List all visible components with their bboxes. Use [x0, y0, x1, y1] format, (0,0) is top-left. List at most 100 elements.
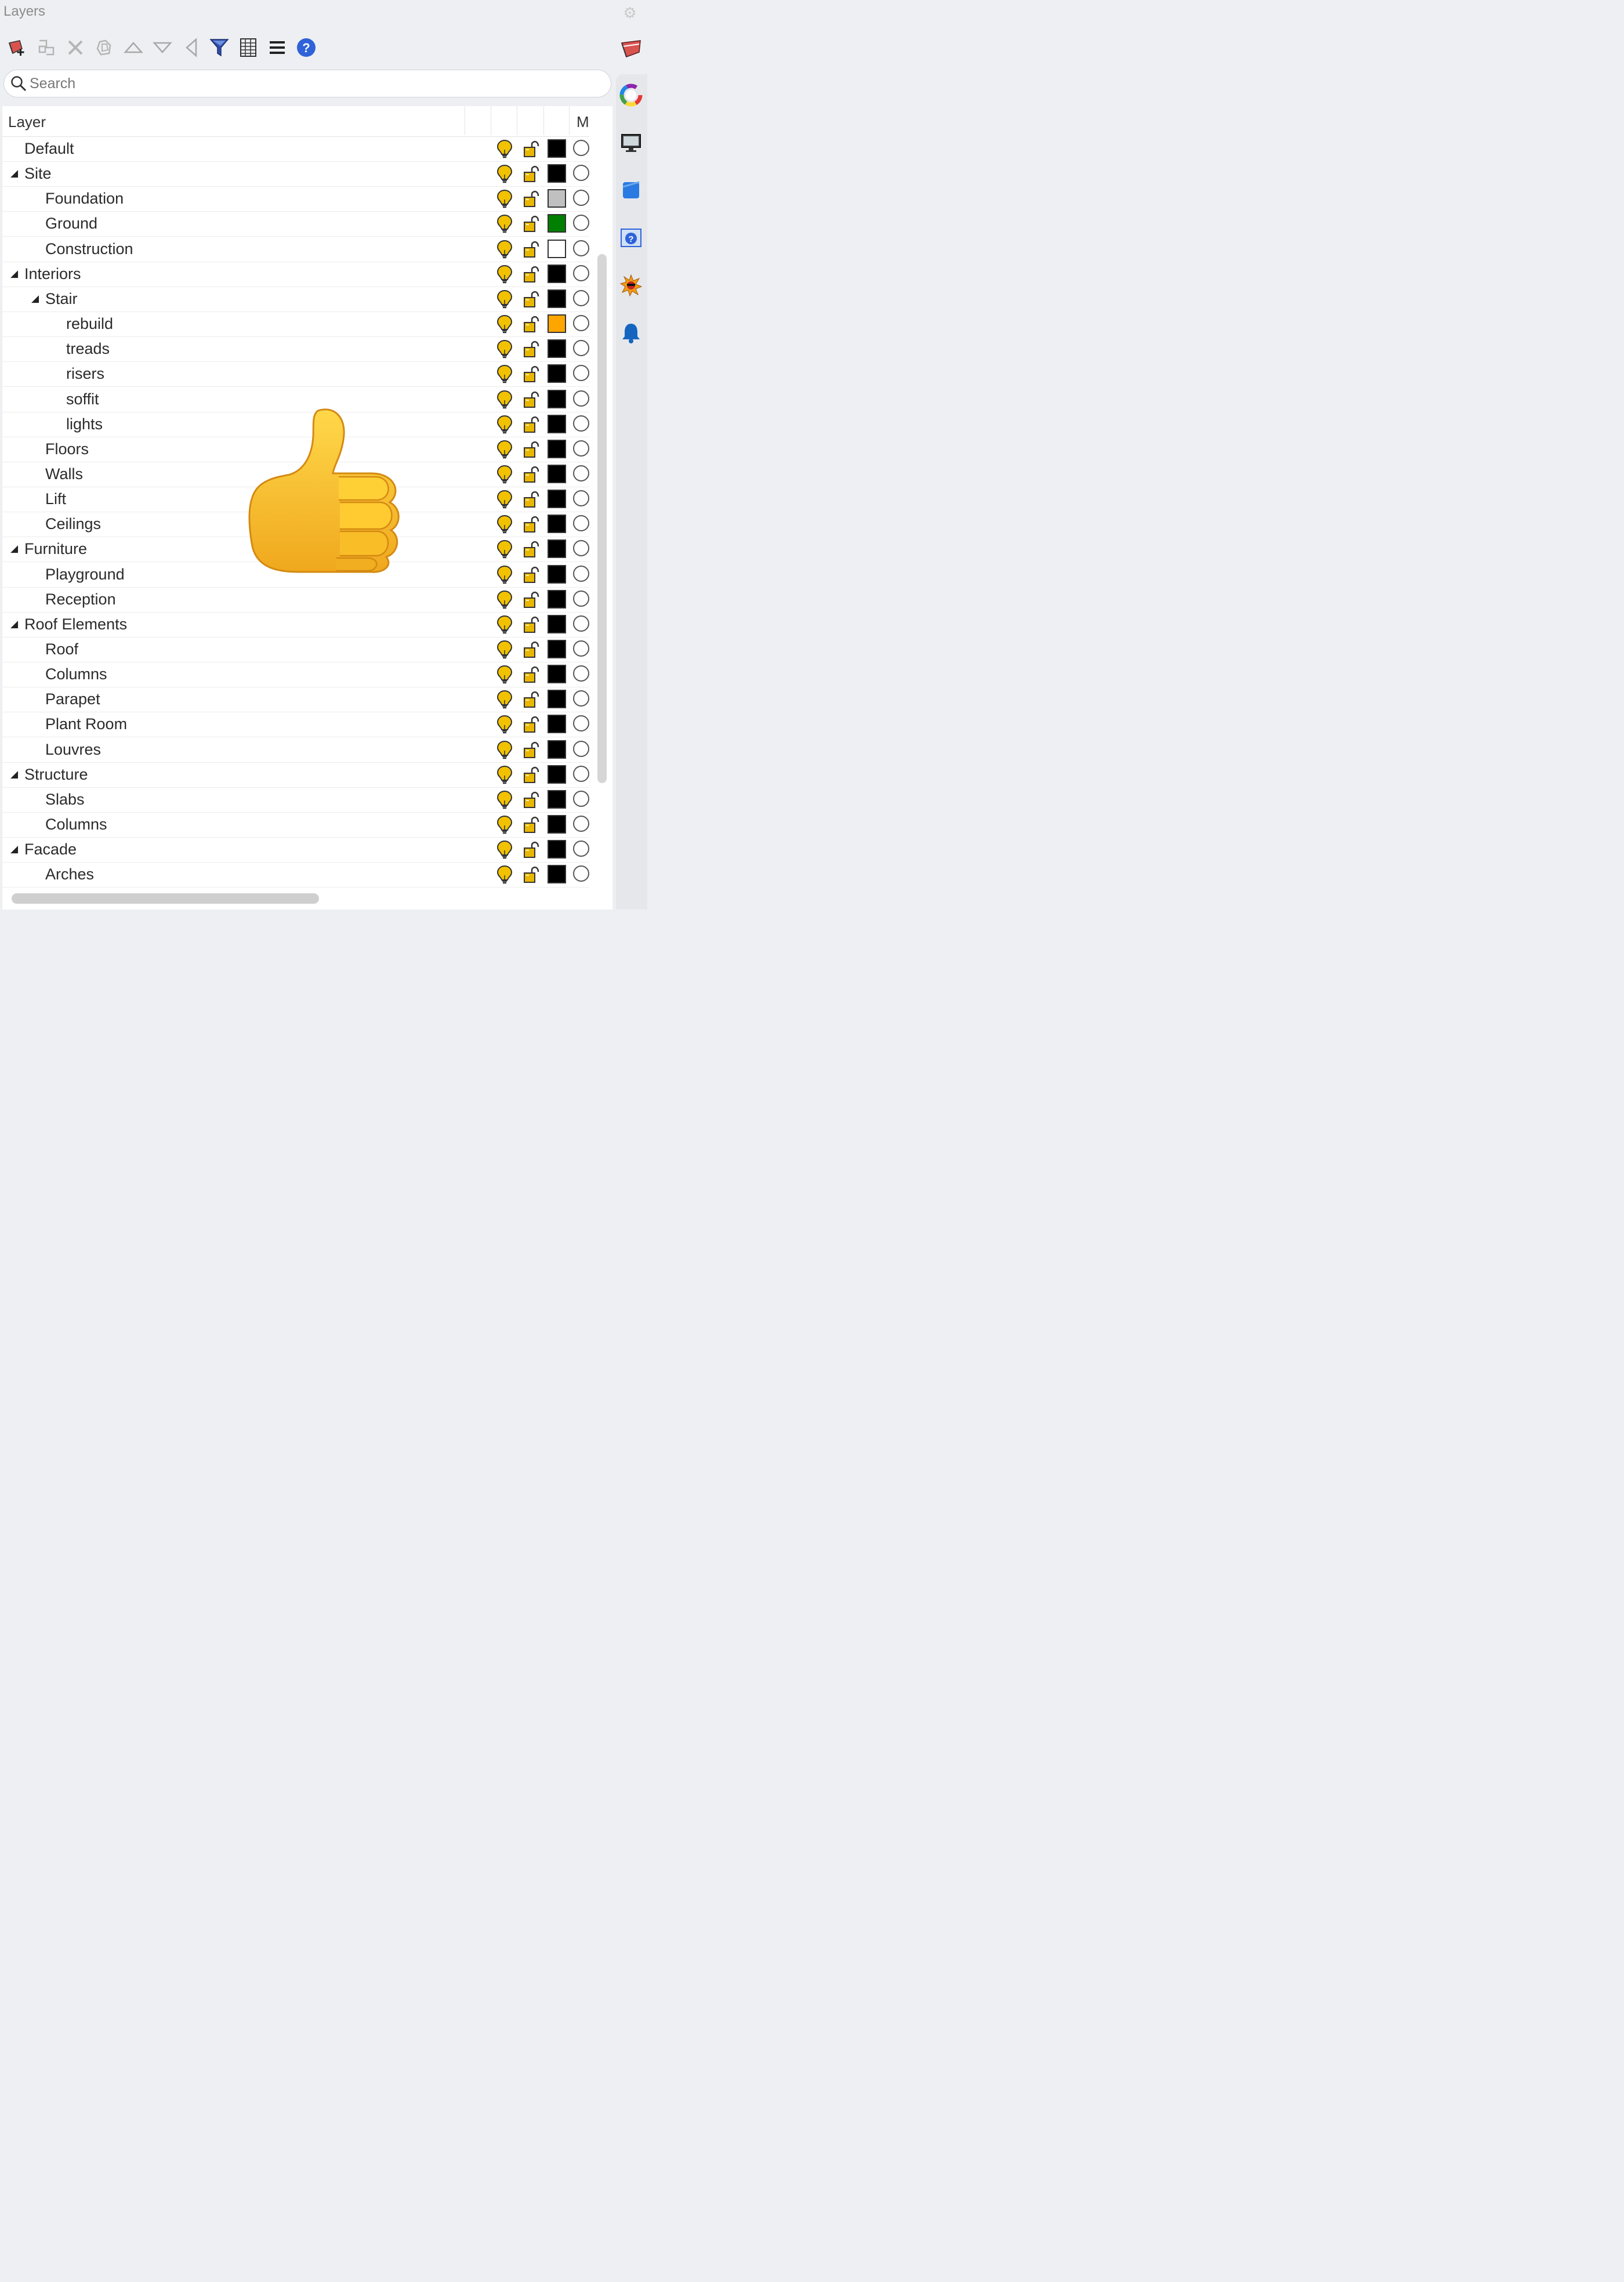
lightbulb-icon[interactable] — [496, 440, 513, 459]
layer-row[interactable]: Louvres — [2, 738, 589, 763]
material-circle-icon[interactable] — [573, 715, 589, 732]
layer-color-swatch[interactable] — [548, 740, 566, 759]
layer-name[interactable]: Furniture — [24, 540, 87, 558]
lightbulb-icon[interactable] — [496, 865, 513, 885]
material-circle-icon[interactable] — [573, 540, 589, 557]
layer-row[interactable]: Reception — [2, 588, 589, 613]
layer-color-swatch[interactable] — [548, 840, 566, 859]
move-up-icon[interactable] — [122, 35, 145, 60]
material-circle-icon[interactable] — [573, 140, 589, 156]
layer-name[interactable]: rebuild — [66, 315, 113, 333]
layer-name[interactable]: Columns — [45, 665, 107, 683]
unlocked-padlock-icon[interactable] — [522, 140, 541, 158]
material-circle-icon[interactable] — [573, 665, 589, 682]
blue-square-icon[interactable] — [619, 179, 643, 202]
layer-row[interactable]: ◢ Stair — [2, 287, 589, 312]
unlocked-padlock-icon[interactable] — [522, 415, 541, 434]
layer-name[interactable]: Default — [24, 140, 74, 158]
layer-name[interactable]: Stair — [45, 290, 78, 308]
material-circle-icon[interactable] — [573, 390, 589, 407]
layer-row[interactable]: ◢ Facade — [2, 838, 589, 863]
lightbulb-icon[interactable] — [496, 240, 513, 259]
layer-color-swatch[interactable] — [548, 439, 566, 458]
layer-row[interactable]: Default — [2, 137, 589, 162]
layer-color-swatch[interactable] — [548, 715, 566, 734]
layer-color-swatch[interactable] — [548, 765, 566, 784]
unlocked-padlock-icon[interactable] — [522, 690, 541, 709]
layer-name[interactable]: risers — [66, 365, 104, 383]
layer-name[interactable]: Walls — [45, 465, 83, 483]
layer-row[interactable]: Columns — [2, 813, 589, 838]
layer-name[interactable]: Columns — [45, 816, 107, 834]
horizontal-scroll-thumb[interactable] — [12, 893, 319, 904]
material-circle-icon[interactable] — [573, 490, 589, 507]
lightbulb-icon[interactable] — [496, 139, 513, 159]
layer-name[interactable]: Interiors — [24, 265, 81, 283]
layer-color-swatch[interactable] — [548, 515, 566, 534]
unlocked-padlock-icon[interactable] — [522, 215, 541, 233]
lightbulb-icon[interactable] — [496, 565, 513, 585]
layer-color-swatch[interactable] — [548, 589, 566, 608]
material-circle-icon[interactable] — [573, 615, 589, 632]
layer-color-swatch[interactable] — [548, 414, 566, 433]
lightbulb-icon[interactable] — [496, 515, 513, 534]
help-icon[interactable]: ? — [295, 35, 318, 60]
material-circle-icon[interactable] — [573, 340, 589, 357]
lightbulb-icon[interactable] — [496, 189, 513, 209]
layer-row[interactable]: risers — [2, 362, 589, 387]
layer-color-swatch[interactable] — [548, 364, 566, 383]
lightbulb-icon[interactable] — [496, 815, 513, 835]
layer-name[interactable]: Ceilings — [45, 515, 101, 533]
unlocked-padlock-icon[interactable] — [522, 741, 541, 759]
new-layer-icon[interactable] — [6, 35, 29, 60]
unlocked-padlock-icon[interactable] — [522, 540, 541, 559]
layer-name[interactable]: Floors — [45, 440, 89, 458]
sun-icon[interactable] — [619, 274, 643, 297]
layer-name[interactable]: Structure — [24, 766, 88, 784]
layer-name[interactable]: Playground — [45, 566, 125, 584]
layer-name[interactable]: soffit — [66, 390, 99, 408]
material-circle-icon[interactable] — [573, 841, 589, 857]
notification-bell-icon[interactable] — [619, 321, 643, 345]
lightbulb-icon[interactable] — [496, 539, 513, 559]
unlocked-padlock-icon[interactable] — [522, 340, 541, 358]
layer-row[interactable]: rebuild — [2, 312, 589, 338]
layer-color-swatch[interactable] — [548, 239, 566, 258]
layer-row[interactable]: treads — [2, 337, 589, 363]
layer-row[interactable]: Parapet — [2, 687, 589, 713]
lightbulb-icon[interactable] — [496, 740, 513, 760]
expand-triangle-icon[interactable]: ◢ — [10, 268, 21, 280]
layer-color-swatch[interactable] — [548, 339, 566, 358]
unlocked-padlock-icon[interactable] — [522, 440, 541, 459]
lightbulb-icon[interactable] — [496, 390, 513, 410]
lightbulb-icon[interactable] — [496, 765, 513, 785]
layer-row[interactable]: Plant Room — [2, 712, 589, 738]
move-down-icon[interactable] — [151, 35, 174, 60]
unlocked-padlock-icon[interactable] — [522, 265, 541, 284]
layer-color-swatch[interactable] — [548, 614, 566, 633]
lightbulb-icon[interactable] — [496, 465, 513, 484]
unlocked-padlock-icon[interactable] — [522, 865, 541, 884]
material-circle-icon[interactable] — [573, 365, 589, 382]
lightbulb-icon[interactable] — [496, 490, 513, 509]
layer-row[interactable]: Slabs — [2, 788, 589, 813]
lightbulb-icon[interactable] — [496, 590, 513, 610]
material-circle-icon[interactable] — [573, 740, 589, 757]
layer-name[interactable]: Site — [24, 165, 52, 183]
layer-color-swatch[interactable] — [548, 539, 566, 559]
material-circle-icon[interactable] — [573, 515, 589, 532]
lightbulb-icon[interactable] — [496, 665, 513, 684]
unlocked-padlock-icon[interactable] — [522, 165, 541, 183]
expand-triangle-icon[interactable]: ◢ — [10, 543, 21, 555]
material-circle-icon[interactable] — [573, 790, 589, 807]
unlocked-padlock-icon[interactable] — [522, 390, 541, 409]
help-tab-icon[interactable]: ? — [619, 226, 643, 249]
layer-color-swatch[interactable] — [548, 640, 566, 658]
display-icon[interactable] — [619, 131, 643, 154]
material-circle-icon[interactable] — [573, 190, 589, 207]
lightbulb-icon[interactable] — [496, 640, 513, 660]
unlocked-padlock-icon[interactable] — [522, 566, 541, 584]
unlocked-padlock-icon[interactable] — [522, 665, 541, 684]
layers-tab-icon[interactable] — [619, 37, 643, 60]
layer-name[interactable]: Ground — [45, 215, 97, 233]
